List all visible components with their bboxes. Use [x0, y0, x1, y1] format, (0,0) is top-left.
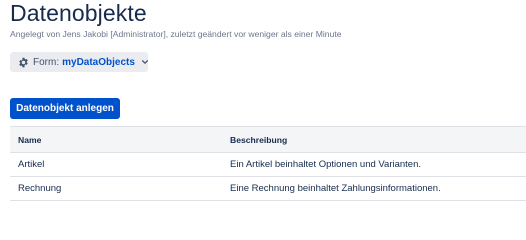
page-byline: Angelegt von Jens Jakobi [Administrator]…	[10, 29, 342, 39]
table-row[interactable]: Rechnung Eine Rechnung beinhaltet Zahlun…	[10, 177, 526, 201]
create-data-object-button[interactable]: Datenobjekt anlegen	[10, 98, 120, 119]
form-selector-button[interactable]: Form: myDataObjects	[10, 52, 148, 72]
table-header-row: Name Beschreibung	[10, 126, 526, 153]
data-objects-table: Name Beschreibung Artikel Ein Artikel be…	[10, 126, 526, 201]
row-description: Ein Artikel beinhaltet Optionen und Vari…	[230, 159, 422, 170]
row-description: Eine Rechnung beinhaltet Zahlungsinforma…	[230, 183, 441, 194]
table-row[interactable]: Artikel Ein Artikel beinhaltet Optionen …	[10, 153, 526, 177]
row-name: Artikel	[18, 159, 45, 170]
gear-icon	[18, 57, 29, 68]
column-header-description[interactable]: Beschreibung	[222, 127, 526, 153]
page-title: Datenobjekte	[10, 0, 147, 26]
row-name: Rechnung	[18, 183, 62, 194]
chevron-down-icon	[141, 58, 149, 66]
column-header-name[interactable]: Name	[10, 127, 222, 153]
form-selector-value: myDataObjects	[62, 56, 135, 68]
form-selector-label: Form:	[33, 56, 60, 68]
page: Datenobjekte Angelegt von Jens Jakobi [A…	[0, 0, 526, 224]
